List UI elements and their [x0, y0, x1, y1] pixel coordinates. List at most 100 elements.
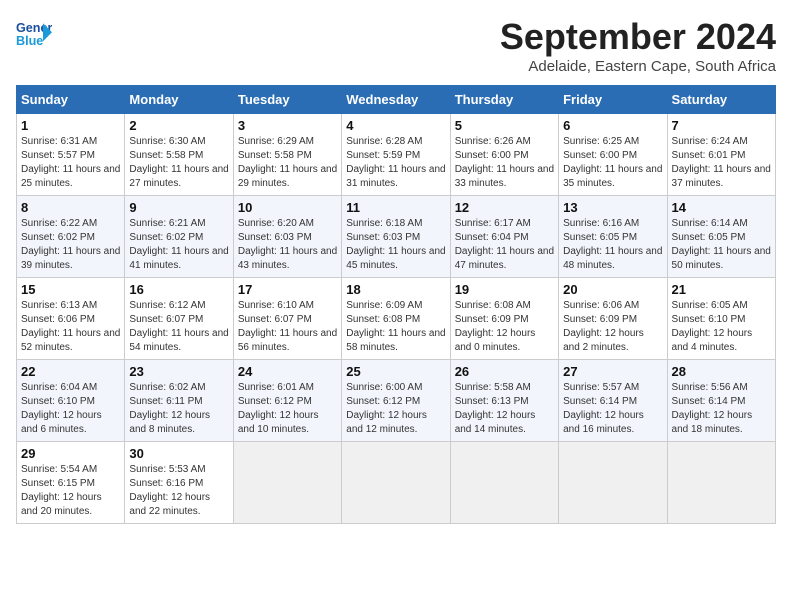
- calendar-cell: 9 Sunrise: 6:21 AM Sunset: 6:02 PM Dayli…: [125, 196, 233, 278]
- day-number: 30: [129, 446, 228, 461]
- day-info: Sunrise: 6:30 AM Sunset: 5:58 PM Dayligh…: [129, 135, 228, 191]
- calendar-cell: 16 Sunrise: 6:12 AM Sunset: 6:07 PM Dayl…: [125, 278, 233, 360]
- day-info: Sunrise: 6:10 AM Sunset: 6:07 PM Dayligh…: [238, 299, 337, 355]
- day-number: 1: [21, 118, 120, 133]
- day-info: Sunrise: 6:06 AM Sunset: 6:09 PM Dayligh…: [563, 299, 662, 355]
- calendar-cell: 19 Sunrise: 6:08 AM Sunset: 6:09 PM Dayl…: [450, 278, 558, 360]
- day-info: Sunrise: 6:29 AM Sunset: 5:58 PM Dayligh…: [238, 135, 337, 191]
- calendar-cell: 6 Sunrise: 6:25 AM Sunset: 6:00 PM Dayli…: [559, 114, 667, 196]
- weekday-header-friday: Friday: [559, 86, 667, 114]
- day-info: Sunrise: 6:22 AM Sunset: 6:02 PM Dayligh…: [21, 217, 120, 273]
- day-info: Sunrise: 6:28 AM Sunset: 5:59 PM Dayligh…: [346, 135, 445, 191]
- day-number: 5: [455, 118, 554, 133]
- day-info: Sunrise: 6:21 AM Sunset: 6:02 PM Dayligh…: [129, 217, 228, 273]
- day-number: 3: [238, 118, 337, 133]
- calendar-cell: 3 Sunrise: 6:29 AM Sunset: 5:58 PM Dayli…: [233, 114, 341, 196]
- day-info: Sunrise: 6:04 AM Sunset: 6:10 PM Dayligh…: [21, 381, 120, 437]
- day-info: Sunrise: 6:18 AM Sunset: 6:03 PM Dayligh…: [346, 217, 445, 273]
- calendar-cell: 27 Sunrise: 5:57 AM Sunset: 6:14 PM Dayl…: [559, 360, 667, 442]
- calendar-cell: [667, 442, 775, 524]
- calendar-cell: 2 Sunrise: 6:30 AM Sunset: 5:58 PM Dayli…: [125, 114, 233, 196]
- calendar-cell: 25 Sunrise: 6:00 AM Sunset: 6:12 PM Dayl…: [342, 360, 450, 442]
- day-info: Sunrise: 6:13 AM Sunset: 6:06 PM Dayligh…: [21, 299, 120, 355]
- calendar-cell: 15 Sunrise: 6:13 AM Sunset: 6:06 PM Dayl…: [17, 278, 125, 360]
- calendar-cell: 29 Sunrise: 5:54 AM Sunset: 6:15 PM Dayl…: [17, 442, 125, 524]
- calendar-header: SundayMondayTuesdayWednesdayThursdayFrid…: [17, 86, 776, 114]
- day-info: Sunrise: 6:25 AM Sunset: 6:00 PM Dayligh…: [563, 135, 662, 191]
- day-number: 26: [455, 364, 554, 379]
- weekday-header-thursday: Thursday: [450, 86, 558, 114]
- day-info: Sunrise: 6:05 AM Sunset: 6:10 PM Dayligh…: [672, 299, 771, 355]
- month-title: September 2024: [500, 16, 776, 58]
- day-info: Sunrise: 5:56 AM Sunset: 6:14 PM Dayligh…: [672, 381, 771, 437]
- calendar-cell: 26 Sunrise: 5:58 AM Sunset: 6:13 PM Dayl…: [450, 360, 558, 442]
- weekday-header-saturday: Saturday: [667, 86, 775, 114]
- location: Adelaide, Eastern Cape, South Africa: [500, 58, 776, 75]
- logo: General Blue: [16, 16, 52, 52]
- calendar-cell: 22 Sunrise: 6:04 AM Sunset: 6:10 PM Dayl…: [17, 360, 125, 442]
- calendar-cell: 1 Sunrise: 6:31 AM Sunset: 5:57 PM Dayli…: [17, 114, 125, 196]
- calendar-cell: 20 Sunrise: 6:06 AM Sunset: 6:09 PM Dayl…: [559, 278, 667, 360]
- day-number: 18: [346, 282, 445, 297]
- calendar-cell: 11 Sunrise: 6:18 AM Sunset: 6:03 PM Dayl…: [342, 196, 450, 278]
- calendar-cell: 14 Sunrise: 6:14 AM Sunset: 6:05 PM Dayl…: [667, 196, 775, 278]
- day-number: 2: [129, 118, 228, 133]
- day-info: Sunrise: 5:53 AM Sunset: 6:16 PM Dayligh…: [129, 463, 228, 519]
- weekday-header-tuesday: Tuesday: [233, 86, 341, 114]
- day-info: Sunrise: 6:24 AM Sunset: 6:01 PM Dayligh…: [672, 135, 771, 191]
- day-number: 24: [238, 364, 337, 379]
- day-number: 25: [346, 364, 445, 379]
- calendar-cell: [342, 442, 450, 524]
- day-info: Sunrise: 6:08 AM Sunset: 6:09 PM Dayligh…: [455, 299, 554, 355]
- calendar-week-2: 8 Sunrise: 6:22 AM Sunset: 6:02 PM Dayli…: [17, 196, 776, 278]
- day-number: 15: [21, 282, 120, 297]
- day-info: Sunrise: 6:20 AM Sunset: 6:03 PM Dayligh…: [238, 217, 337, 273]
- calendar-cell: 24 Sunrise: 6:01 AM Sunset: 6:12 PM Dayl…: [233, 360, 341, 442]
- day-info: Sunrise: 6:01 AM Sunset: 6:12 PM Dayligh…: [238, 381, 337, 437]
- day-number: 19: [455, 282, 554, 297]
- day-info: Sunrise: 5:58 AM Sunset: 6:13 PM Dayligh…: [455, 381, 554, 437]
- calendar-week-4: 22 Sunrise: 6:04 AM Sunset: 6:10 PM Dayl…: [17, 360, 776, 442]
- calendar-cell: 18 Sunrise: 6:09 AM Sunset: 6:08 PM Dayl…: [342, 278, 450, 360]
- weekday-header-sunday: Sunday: [17, 86, 125, 114]
- title-block: September 2024 Adelaide, Eastern Cape, S…: [500, 16, 776, 75]
- calendar-cell: 7 Sunrise: 6:24 AM Sunset: 6:01 PM Dayli…: [667, 114, 775, 196]
- day-number: 11: [346, 200, 445, 215]
- day-number: 6: [563, 118, 662, 133]
- page-header: General Blue September 2024 Adelaide, Ea…: [16, 16, 776, 75]
- day-number: 17: [238, 282, 337, 297]
- day-number: 12: [455, 200, 554, 215]
- day-number: 4: [346, 118, 445, 133]
- day-number: 27: [563, 364, 662, 379]
- calendar-cell: 5 Sunrise: 6:26 AM Sunset: 6:00 PM Dayli…: [450, 114, 558, 196]
- calendar-cell: 23 Sunrise: 6:02 AM Sunset: 6:11 PM Dayl…: [125, 360, 233, 442]
- weekday-header-wednesday: Wednesday: [342, 86, 450, 114]
- day-info: Sunrise: 5:54 AM Sunset: 6:15 PM Dayligh…: [21, 463, 120, 519]
- calendar-cell: 4 Sunrise: 6:28 AM Sunset: 5:59 PM Dayli…: [342, 114, 450, 196]
- day-info: Sunrise: 5:57 AM Sunset: 6:14 PM Dayligh…: [563, 381, 662, 437]
- calendar-cell: [559, 442, 667, 524]
- calendar-week-3: 15 Sunrise: 6:13 AM Sunset: 6:06 PM Dayl…: [17, 278, 776, 360]
- logo-icon: General Blue: [16, 16, 52, 52]
- day-info: Sunrise: 6:17 AM Sunset: 6:04 PM Dayligh…: [455, 217, 554, 273]
- day-number: 28: [672, 364, 771, 379]
- day-info: Sunrise: 6:31 AM Sunset: 5:57 PM Dayligh…: [21, 135, 120, 191]
- weekday-header-monday: Monday: [125, 86, 233, 114]
- day-number: 16: [129, 282, 228, 297]
- day-info: Sunrise: 6:16 AM Sunset: 6:05 PM Dayligh…: [563, 217, 662, 273]
- calendar-cell: 10 Sunrise: 6:20 AM Sunset: 6:03 PM Dayl…: [233, 196, 341, 278]
- day-info: Sunrise: 6:26 AM Sunset: 6:00 PM Dayligh…: [455, 135, 554, 191]
- day-number: 13: [563, 200, 662, 215]
- day-number: 10: [238, 200, 337, 215]
- day-number: 7: [672, 118, 771, 133]
- calendar-cell: 13 Sunrise: 6:16 AM Sunset: 6:05 PM Dayl…: [559, 196, 667, 278]
- day-number: 21: [672, 282, 771, 297]
- calendar-cell: 8 Sunrise: 6:22 AM Sunset: 6:02 PM Dayli…: [17, 196, 125, 278]
- calendar-week-1: 1 Sunrise: 6:31 AM Sunset: 5:57 PM Dayli…: [17, 114, 776, 196]
- day-info: Sunrise: 6:02 AM Sunset: 6:11 PM Dayligh…: [129, 381, 228, 437]
- calendar-week-5: 29 Sunrise: 5:54 AM Sunset: 6:15 PM Dayl…: [17, 442, 776, 524]
- day-number: 20: [563, 282, 662, 297]
- day-number: 29: [21, 446, 120, 461]
- day-info: Sunrise: 6:09 AM Sunset: 6:08 PM Dayligh…: [346, 299, 445, 355]
- day-info: Sunrise: 6:14 AM Sunset: 6:05 PM Dayligh…: [672, 217, 771, 273]
